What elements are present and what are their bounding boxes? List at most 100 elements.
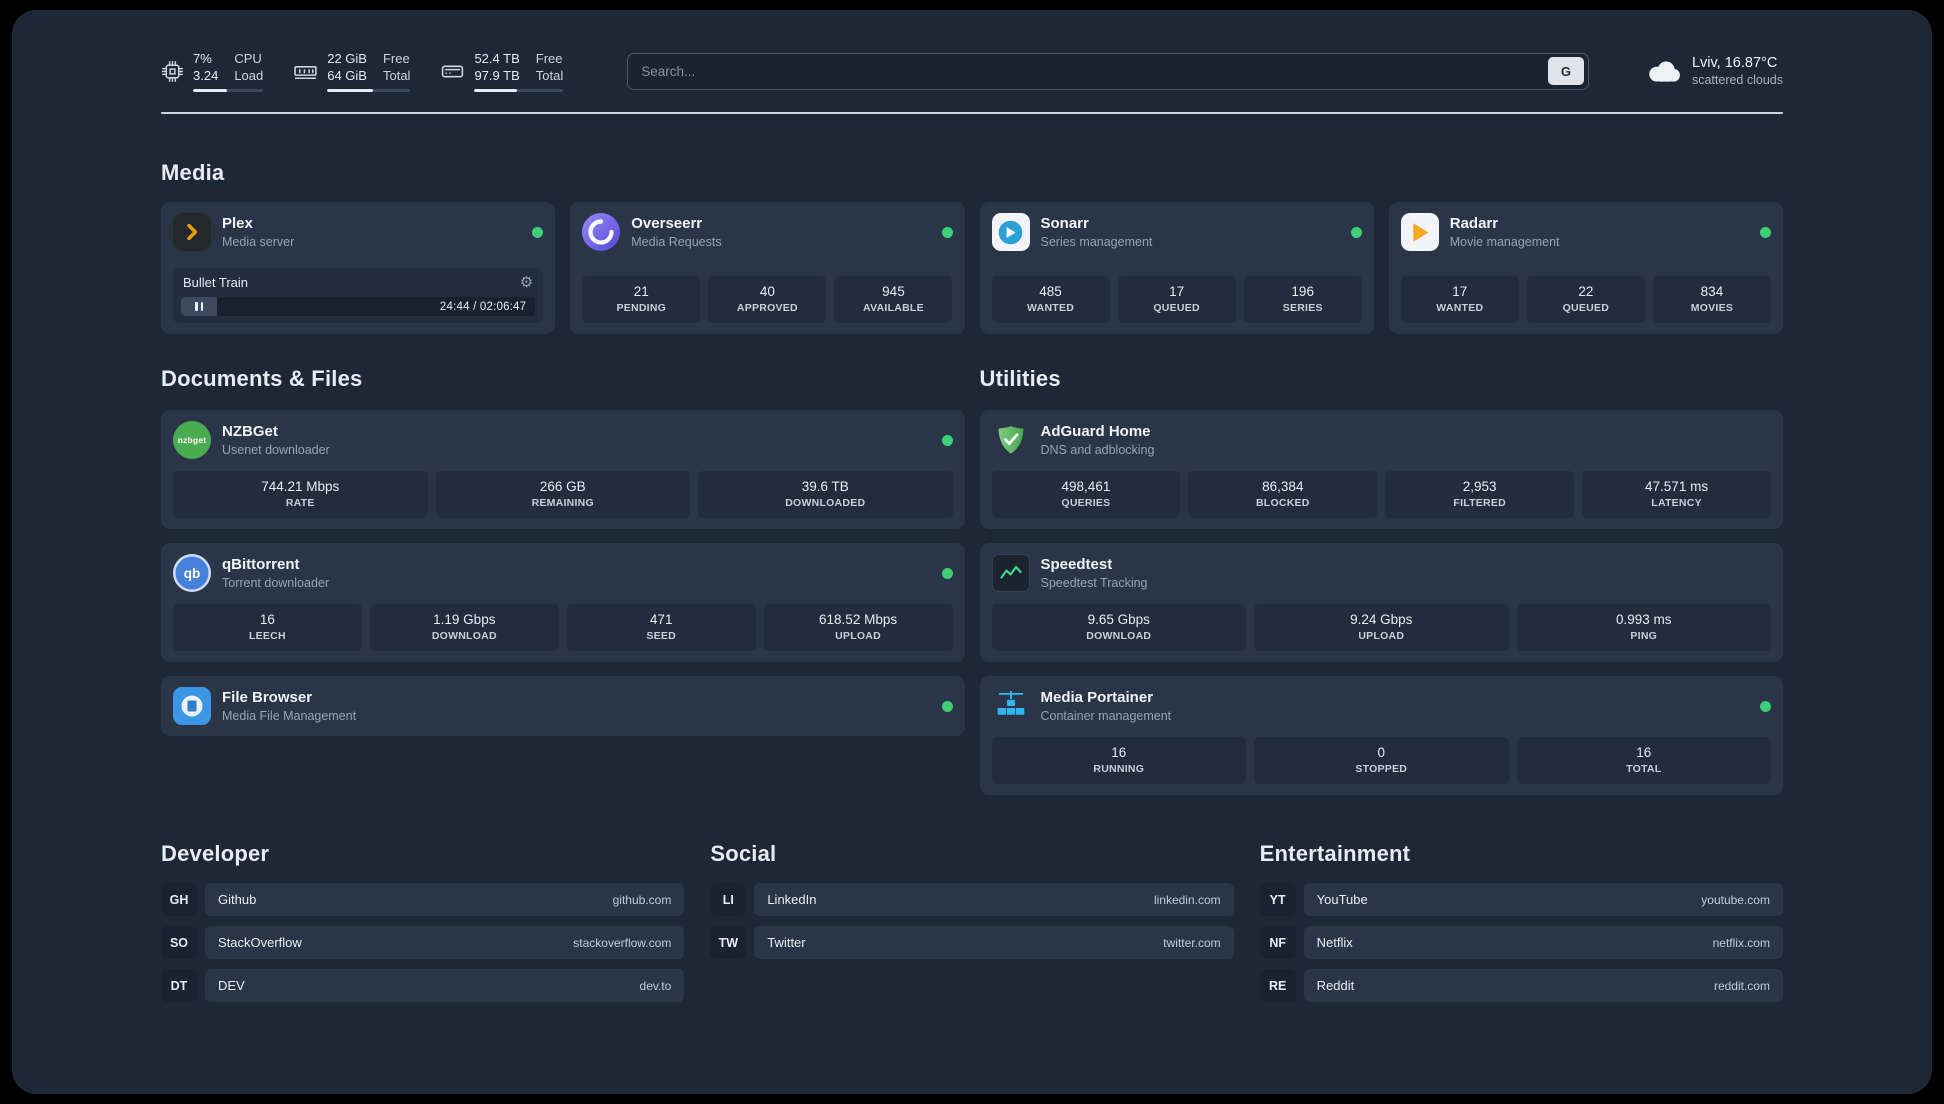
bookmark-abbr: GH (161, 883, 197, 916)
stat-label: UPLOAD (1358, 630, 1405, 642)
stat-value: 22 (1578, 284, 1594, 299)
service-title: Sonarr (1040, 215, 1089, 232)
service-card-speedtest[interactable]: Speedtest Speedtest Tracking 9.65 Gbps DO… (979, 543, 1783, 662)
bookmark-link-reddit[interactable]: Reddit reddit.com (1303, 969, 1783, 1002)
service-stats: 9.65 Gbps DOWNLOAD 9.24 Gbps UPLOAD 0.993 ms… (991, 604, 1771, 651)
stat-label: APPROVED (736, 302, 798, 314)
bookmark-abbr: YT (1259, 883, 1296, 916)
stat-box: 0 STOPPED (1254, 737, 1509, 784)
service-card-nzbget[interactable]: nzbget NZBGet Usenet downloader 744.21 M… (161, 410, 965, 529)
bookmark-url: twitter.com (1163, 935, 1221, 950)
bookmark-abbr: SO (161, 926, 197, 959)
plex-now-playing: Bullet Train ⚙ 24:44 / 02:06:47 (173, 268, 544, 323)
stat-box: 17 QUEUED (1117, 276, 1236, 323)
card-header: Sonarr Series management (991, 213, 1362, 251)
stat-box: 471 SEED (566, 604, 756, 651)
service-stats: 744.21 Mbps RATE 266 GB REMAINING 39.6 TB DOW… (173, 471, 953, 518)
status-online-dot (1760, 700, 1771, 712)
weather-widget: Lviv, 16.87°C scattered clouds (1645, 55, 1783, 87)
cpu-label-1: CPU (234, 50, 262, 66)
stat-value: 471 (649, 612, 673, 627)
memory-total-value: 64 GiB (327, 68, 367, 83)
service-card-portainer[interactable]: Media Portainer Container management 16 R… (979, 676, 1783, 795)
bookmark-row: SO StackOverflow stackoverflow.com (161, 926, 685, 959)
service-subtitle: Speedtest Tracking (1040, 576, 1148, 590)
service-subtitle: DNS and adblocking (1040, 443, 1155, 457)
search-provider-button[interactable]: G (1547, 57, 1584, 85)
bookmark-name: Reddit (1316, 978, 1355, 993)
section-utilities: Utilities AdGuard Home DNS and adblockin… (979, 366, 1783, 795)
bookmark-row: RE Reddit reddit.com (1259, 969, 1783, 1002)
bookmark-name: DEV (218, 978, 245, 993)
stat-value: 9.24 Gbps (1350, 612, 1413, 627)
playback-progress-bar[interactable]: 24:44 / 02:06:47 (181, 297, 536, 316)
stat-label: STOPPED (1355, 763, 1408, 775)
stat-box: 485 WANTED (991, 276, 1110, 323)
service-card-sonarr[interactable]: Sonarr Series management 485 WANTED 17 QUEU… (979, 202, 1374, 334)
bookmark-link-twitter[interactable]: Twitter twitter.com (754, 926, 1234, 959)
bookmark-link-youtube[interactable]: YouTube youtube.com (1303, 883, 1783, 916)
filebrowser-icon (173, 687, 211, 725)
service-info: Media Portainer Container management (1041, 689, 1172, 723)
bookmark-name: LinkedIn (767, 892, 817, 907)
bookmark-link-stackoverflow[interactable]: StackOverflow stackoverflow.com (205, 926, 685, 959)
pause-icon[interactable] (181, 297, 217, 316)
radarr-icon (1400, 213, 1439, 251)
stat-label: UPLOAD (835, 630, 881, 642)
cpu-chip-icon (161, 60, 184, 83)
service-card-overseerr[interactable]: Overseerr Media Requests 21 PENDING 40 APPR… (570, 202, 965, 334)
cpu-usage-value: 7% (193, 50, 212, 66)
stat-label: WANTED (1027, 302, 1075, 314)
stat-label: SEED (646, 630, 676, 642)
status-online-dot (1350, 226, 1362, 238)
stat-value: 1.19 Gbps (433, 612, 496, 627)
bookmark-name: Netflix (1316, 935, 1353, 950)
stat-value: 0.993 ms (1615, 612, 1672, 627)
status-online-dot (532, 226, 544, 238)
stat-value: 40 (759, 284, 775, 299)
bookmark-url: github.com (612, 892, 672, 907)
bookmark-list-developer: GH Github github.com SO StackOverflow stackov… (161, 883, 685, 1002)
service-subtitle: Series management (1040, 235, 1153, 249)
bookmark-link-netflix[interactable]: Netflix netflix.com (1303, 926, 1783, 959)
search-bar[interactable]: G (627, 52, 1589, 90)
section-entertainment: Entertainment YT YouTube youtube.com NF Netf… (1259, 841, 1783, 1012)
stat-box: 16 LEECH (173, 604, 362, 651)
cpu-usage-bar (193, 89, 264, 93)
stat-box: 17 WANTED (1400, 276, 1519, 323)
ram-icon (293, 59, 318, 84)
service-title: Radarr (1449, 215, 1499, 232)
disk-label-2: Total (535, 68, 564, 83)
service-info: qBittorrent Torrent downloader (222, 556, 329, 590)
gear-icon[interactable]: ⚙ (520, 275, 533, 290)
bookmark-abbr: LI (710, 883, 747, 916)
service-card-filebrowser[interactable]: File Browser Media File Management (161, 676, 965, 736)
service-card-qbittorrent[interactable]: qb qBittorrent Torrent downloader 16 LEEC… (161, 543, 965, 662)
service-info: Overseerr Media Requests (631, 215, 721, 249)
bookmark-abbr: TW (710, 926, 747, 959)
disk-widget: 52.4 TB 97.9 TB Free Total (440, 50, 564, 93)
service-info: NZBGet Usenet downloader (222, 423, 330, 457)
service-card-adguard[interactable]: AdGuard Home DNS and adblocking 498,461 Q… (979, 410, 1783, 529)
bookmark-link-linkedin[interactable]: LinkedIn linkedin.com (754, 883, 1234, 916)
stat-label: DOWNLOAD (431, 630, 497, 642)
qbittorrent-icon-text: qb (183, 565, 201, 581)
search-input[interactable] (641, 63, 1548, 79)
status-online-dot (941, 226, 953, 238)
stat-box: 498,461 QUERIES (991, 471, 1181, 518)
service-card-radarr[interactable]: Radarr Movie management 17 WANTED 22 QUEUED… (1388, 202, 1783, 334)
service-title: qBittorrent (222, 556, 300, 573)
service-subtitle: Media File Management (222, 709, 357, 723)
portainer-icon (992, 687, 1030, 725)
bookmark-link-github[interactable]: Github github.com (205, 883, 685, 916)
service-info: Speedtest Speedtest Tracking (1041, 556, 1148, 590)
overseerr-icon (582, 213, 621, 251)
service-card-plex[interactable]: Plex Media server Bullet Train ⚙ 24:44 /… (161, 202, 556, 334)
bookmarks-area: Developer GH Github github.com SO StackOverf… (161, 841, 1783, 1012)
disk-total-value: 97.9 TB (474, 68, 520, 83)
dashboard-window: 7% 3.24 CPU Load 22 GiB 64 GiB Free Tota… (12, 10, 1932, 1094)
stat-box: 47.571 ms LATENCY (1582, 471, 1771, 518)
bookmark-link-dev[interactable]: DEV dev.to (205, 969, 685, 1002)
topbar: 7% 3.24 CPU Load 22 GiB 64 GiB Free Tota… (161, 46, 1783, 96)
service-title: Media Portainer (1040, 689, 1154, 706)
